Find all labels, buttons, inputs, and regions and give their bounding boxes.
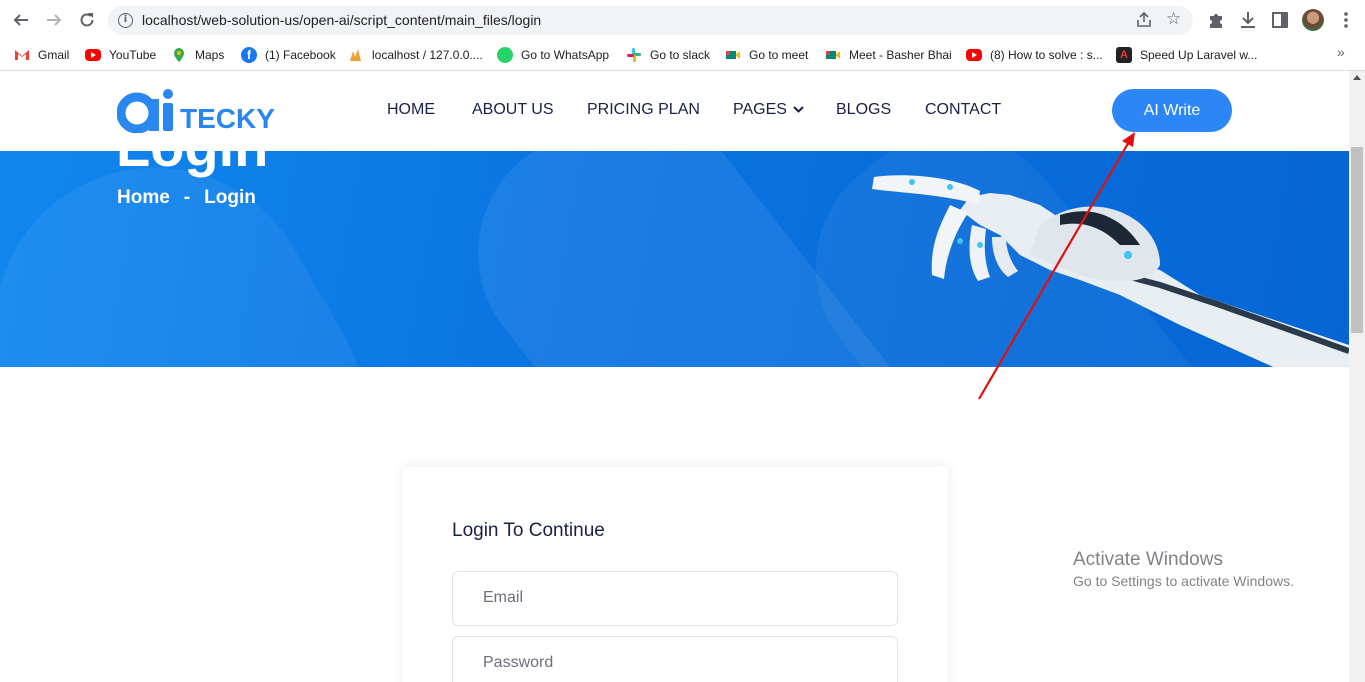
whatsapp-icon [497,47,513,63]
site-header: TECKY HOME ABOUT US PRICING PLAN PAGES B… [0,71,1349,151]
slack-icon [626,47,642,63]
bookmark-laravel[interactable]: A Speed Up Laravel w... [1116,45,1257,65]
address-bar[interactable]: i localhost/web-solution-us/open-ai/scri… [108,6,1193,35]
ai-logo-icon [116,89,173,134]
site-info-icon[interactable]: i [118,13,133,28]
hero-decoration [0,151,424,367]
bookmark-label: Go to slack [650,48,711,62]
browser-toolbar: i localhost/web-solution-us/open-ai/scri… [0,0,1365,40]
bookmark-facebook[interactable]: f (1) Facebook [241,45,336,65]
meet-icon [825,47,841,63]
nav-about-us[interactable]: ABOUT US [472,101,554,119]
hero-banner: Login Home - Login [0,151,1349,367]
password-placeholder: Password [483,654,554,671]
facebook-icon: f [241,47,257,63]
download-icon[interactable] [1238,10,1258,30]
breadcrumb-separator: - [183,187,191,208]
ai-write-button[interactable]: AI Write [1112,89,1232,132]
laravel-icon: A [1116,47,1132,63]
windows-activation-watermark: Activate Windows Go to Settings to activ… [1073,549,1294,591]
breadcrumb-current: Login [204,187,256,208]
share-icon[interactable] [1135,11,1153,29]
address-url[interactable]: localhost/web-solution-us/open-ai/script… [142,12,541,28]
breadcrumb: Home - Login [117,187,256,209]
bookmarks-overflow-chevron-icon[interactable]: » [1337,44,1345,60]
profile-avatar[interactable] [1302,9,1324,31]
email-placeholder: Email [483,589,524,606]
screen: i localhost/web-solution-us/open-ai/scri… [0,0,1365,682]
back-arrow-icon[interactable] [9,8,33,32]
scroll-up-arrow-icon[interactable] [1353,75,1361,80]
bookmark-label: YouTube [109,48,157,62]
bookmark-phpmyadmin[interactable]: localhost / 127.0.0.... [348,45,483,65]
bookmark-meet-basher[interactable]: Meet - Basher Bhai [825,45,952,65]
logo-text[interactable]: TECKY [180,103,275,135]
bookmark-label: localhost / 127.0.0.... [372,48,483,62]
bookmark-label: (1) Facebook [265,48,336,62]
email-field[interactable]: Email [452,571,898,626]
bookmark-label: Go to WhatsApp [521,48,610,62]
bookmark-youtube[interactable]: YouTube [85,45,156,65]
password-field[interactable]: Password [452,636,898,682]
chevron-down-icon [793,106,805,113]
bookmark-star-icon[interactable]: ☆ [1166,9,1181,29]
watermark-line2: Go to Settings to activate Windows. [1073,573,1294,589]
kebab-menu-icon[interactable] [1336,10,1356,30]
nav-blogs[interactable]: BLOGS [836,101,891,119]
nav-contact[interactable]: CONTACT [925,101,1001,119]
bookmark-label: Gmail [38,48,70,62]
scrollbar-thumb[interactable] [1351,147,1363,333]
page-scrollbar[interactable] [1349,71,1365,682]
bookmark-slack[interactable]: Go to slack [626,45,710,65]
side-panel-icon[interactable] [1270,10,1290,30]
bookmark-gmail[interactable]: Gmail [14,45,69,65]
bookmark-label: Meet - Basher Bhai [849,48,952,62]
page-title: Login [116,151,268,175]
bookmark-label: Speed Up Laravel w... [1140,48,1258,62]
extensions-puzzle-icon[interactable] [1206,10,1226,30]
nav-pages-label: PAGES [733,101,787,118]
nav-home[interactable]: HOME [387,101,435,119]
phpmyadmin-icon [348,47,364,63]
bookmark-maps[interactable]: Maps [171,45,224,65]
login-card: Login To Continue Email Password [402,467,948,682]
bookmark-label: (8) How to solve : s... [990,48,1103,62]
gmail-icon [14,47,30,63]
robot-hand-illustration [872,175,1349,367]
login-title: Login To Continue [452,520,605,541]
bookmark-meet[interactable]: Go to meet [725,45,808,65]
bookmarks-bar: Gmail YouTube Maps f (1) Facebook localh… [0,40,1365,71]
nav-pricing-plan[interactable]: PRICING PLAN [587,101,700,119]
nav-pages[interactable]: PAGES [733,101,805,119]
maps-icon [171,47,187,63]
breadcrumb-home-link[interactable]: Home [117,187,170,209]
bookmark-youtube-solve[interactable]: (8) How to solve : s... [966,45,1103,65]
youtube-icon [85,49,101,61]
bookmark-label: Go to meet [749,48,809,62]
watermark-line1: Activate Windows [1073,549,1223,570]
bookmark-label: Maps [195,48,225,62]
forward-arrow-icon[interactable] [42,8,66,32]
youtube-icon [966,49,982,61]
meet-icon [725,47,741,63]
bookmark-whatsapp[interactable]: Go to WhatsApp [497,45,609,65]
reload-icon[interactable] [75,8,99,32]
